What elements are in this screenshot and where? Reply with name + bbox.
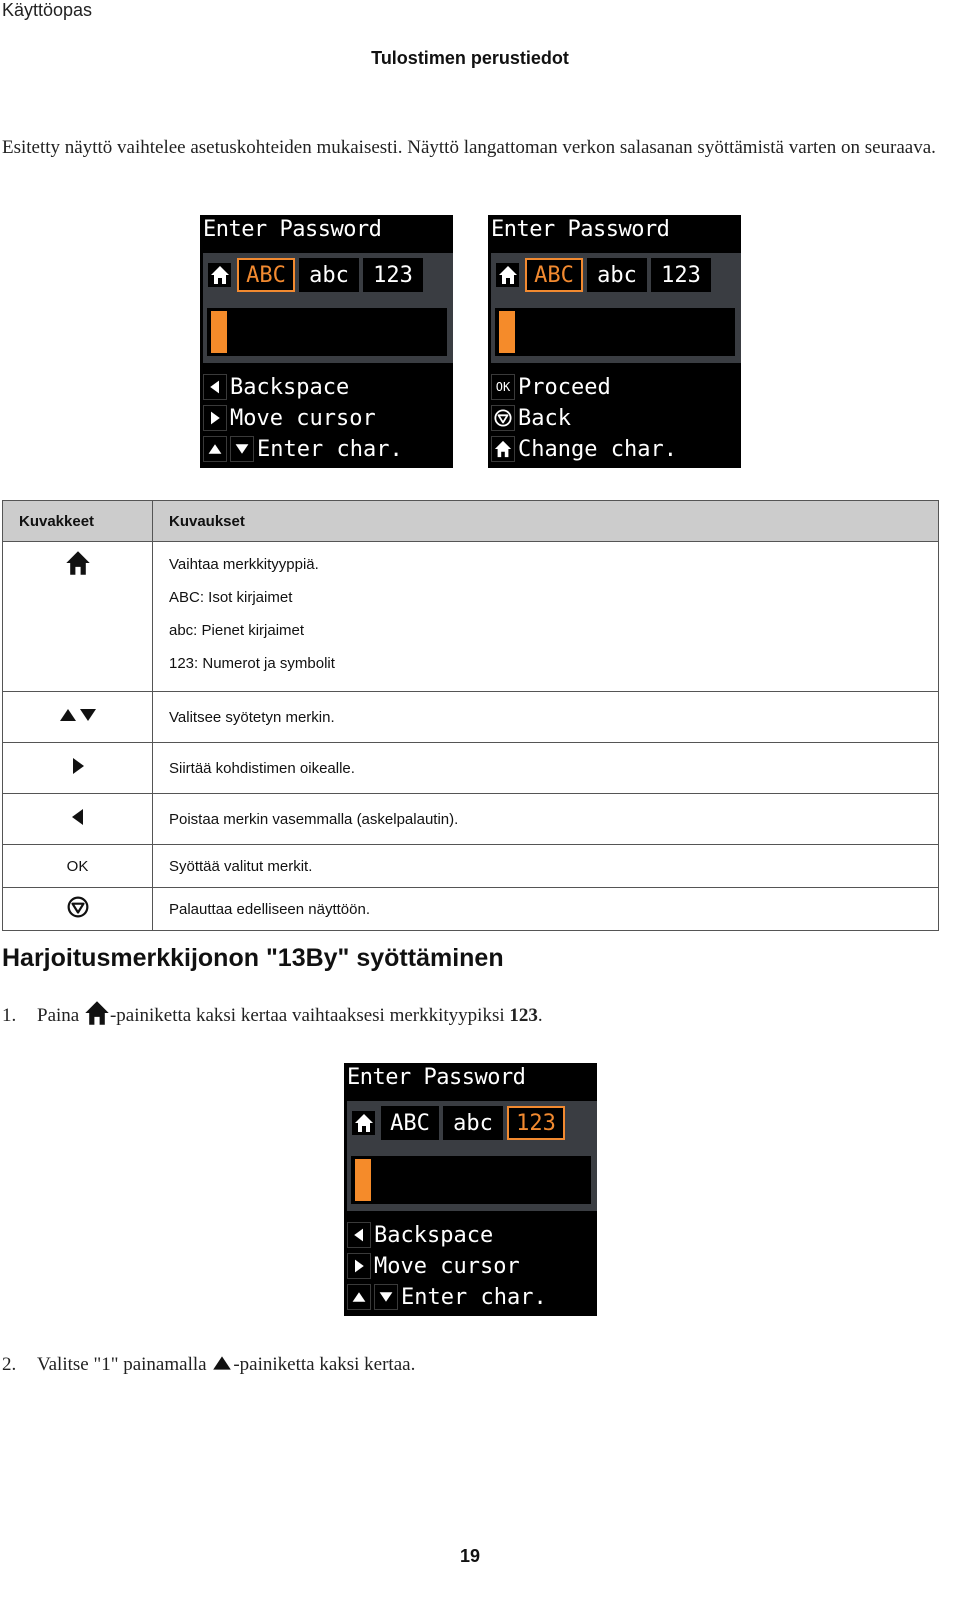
down-arrow-icon (230, 436, 254, 462)
ok-key-icon: OK (491, 374, 515, 400)
step-text: Valitse "1" painamalla (37, 1354, 212, 1375)
table-row: Vaihtaa merkkityyppiä. ABC: Isot kirjaim… (2, 541, 939, 692)
tab-123[interactable]: 123 (651, 258, 711, 292)
description-cell: Vaihtaa merkkityyppiä. ABC: Isot kirjaim… (152, 541, 939, 692)
tab-abc-upper[interactable]: ABC (525, 258, 583, 292)
description-cell: Valitsee syötetyn merkin. (152, 691, 939, 743)
home-icon (496, 263, 519, 287)
table-row: Poistaa merkin vasemmalla (askelpalautin… (2, 793, 939, 845)
password-field[interactable] (351, 1156, 591, 1204)
description-line: 123: Numerot ja symbolit (169, 655, 335, 672)
step-2: 2. Valitse "1" painamalla -painiketta ka… (2, 1354, 415, 1376)
right-arrow-icon (203, 405, 227, 431)
home-icon (208, 263, 231, 287)
table-row: Siirtää kohdistimen oikealle. (2, 742, 939, 794)
hint-row: OK Proceed (491, 373, 611, 401)
table-header-row: Kuvakkeet Kuvaukset (2, 500, 939, 542)
stop-icon (491, 405, 515, 431)
hint-row: Move cursor (347, 1252, 520, 1280)
input-band: ABC abc 123 (203, 253, 453, 363)
left-arrow-icon (347, 1222, 371, 1248)
down-arrow-icon (374, 1284, 398, 1310)
right-arrow-icon (347, 1253, 371, 1279)
up-arrow-icon (203, 436, 227, 462)
input-band: ABC abc 123 (491, 253, 741, 363)
hint-label: Enter char. (401, 1284, 547, 1310)
table-row: Valitsee syötetyn merkin. (2, 691, 939, 743)
description-line: abc: Pienet kirjaimet (169, 622, 305, 639)
tab-abc-lower[interactable]: abc (587, 258, 647, 292)
up-arrow-icon (347, 1284, 371, 1310)
lcd-screen-1: Enter Password ABC abc 123 Backspace Mov… (200, 215, 453, 468)
password-field[interactable] (495, 308, 735, 356)
hint-row: Change char. (491, 435, 677, 463)
step-text: -painiketta kaksi kertaa vaihtaaksesi me… (109, 1005, 510, 1026)
description-cell: Palauttaa edelliseen näyttöön. (152, 887, 939, 931)
text-cursor (355, 1159, 371, 1201)
text-cursor (211, 311, 227, 353)
step-number: 2. (2, 1354, 17, 1375)
tab-abc-upper[interactable]: ABC (237, 258, 295, 292)
hint-label: Move cursor (230, 405, 376, 431)
password-field[interactable] (207, 308, 447, 356)
step-text: -painiketta kaksi kertaa. (233, 1354, 416, 1375)
input-band: ABC abc 123 (347, 1101, 597, 1211)
step-number: 1. (2, 1005, 17, 1026)
left-arrow-icon (203, 374, 227, 400)
description-cell: Syöttää valitut merkit. (152, 844, 939, 888)
hint-label: Backspace (374, 1222, 494, 1248)
hint-row: Backspace (203, 373, 349, 401)
step-text: Paina (37, 1005, 84, 1026)
tab-abc-lower[interactable]: abc (443, 1106, 503, 1140)
tab-123[interactable]: 123 (363, 258, 423, 292)
hint-row: Move cursor (203, 404, 376, 432)
home-icon (2, 541, 153, 692)
ok-label: OK (2, 844, 153, 888)
hint-row: Backspace (347, 1221, 493, 1249)
left-arrow-icon (2, 793, 153, 845)
intro-paragraph: Esitetty näyttö vaihtelee asetuskohteide… (2, 137, 936, 158)
column-header-icons: Kuvakkeet (2, 500, 153, 542)
step-bold-value: 123 (509, 1005, 538, 1026)
screen-title: Enter Password (203, 217, 382, 242)
description-line: Vaihtaa merkkityyppiä. (169, 556, 319, 573)
home-icon (352, 1111, 375, 1135)
tab-abc-upper[interactable]: ABC (381, 1106, 439, 1140)
section-title: Tulostimen perustiedot (371, 48, 569, 68)
stop-icon (2, 887, 153, 931)
lcd-screen-2: Enter Password ABC abc 123 OK Proceed Ba… (488, 215, 741, 468)
right-arrow-icon (2, 742, 153, 794)
hint-label: Change char. (518, 436, 677, 462)
icon-legend-table: Kuvakkeet Kuvaukset Vaihtaa merkkityyppi… (2, 500, 939, 931)
running-head: Käyttöopas (2, 0, 93, 20)
lcd-screen-3: Enter Password ABC abc 123 Backspace Mov… (344, 1063, 597, 1316)
screen-title: Enter Password (491, 217, 670, 242)
up-down-arrows-icon (2, 691, 153, 743)
hint-row: Back (491, 404, 571, 432)
hint-label: Enter char. (257, 436, 403, 462)
hint-label: Proceed (518, 374, 611, 400)
home-icon (84, 1000, 110, 1026)
description-cell: Siirtää kohdistimen oikealle. (152, 742, 939, 794)
hint-row: Enter char. (347, 1283, 547, 1311)
hint-row: Enter char. (203, 435, 403, 463)
table-row: Palauttaa edelliseen näyttöön. (2, 887, 939, 931)
description-line: ABC: Isot kirjaimet (169, 589, 293, 606)
tab-abc-lower[interactable]: abc (299, 258, 359, 292)
tab-123[interactable]: 123 (507, 1106, 565, 1140)
up-arrow-icon (211, 1352, 233, 1374)
page-number: 19 (459, 1546, 481, 1566)
column-header-descriptions: Kuvaukset (152, 500, 939, 542)
practice-heading: Harjoitusmerkkijonon "13By" syöttäminen (2, 944, 504, 972)
home-icon (491, 436, 515, 462)
screen-title: Enter Password (347, 1065, 526, 1090)
hint-label: Move cursor (374, 1253, 520, 1279)
hint-label: Back (518, 405, 571, 431)
table-row: OK Syöttää valitut merkit. (2, 844, 939, 888)
step-1: 1. Paina -painiketta kaksi kertaa vaihta… (2, 1005, 543, 1027)
hint-label: Backspace (230, 374, 350, 400)
text-cursor (499, 311, 515, 353)
description-cell: Poistaa merkin vasemmalla (askelpalautin… (152, 793, 939, 845)
step-text: . (537, 1005, 543, 1026)
